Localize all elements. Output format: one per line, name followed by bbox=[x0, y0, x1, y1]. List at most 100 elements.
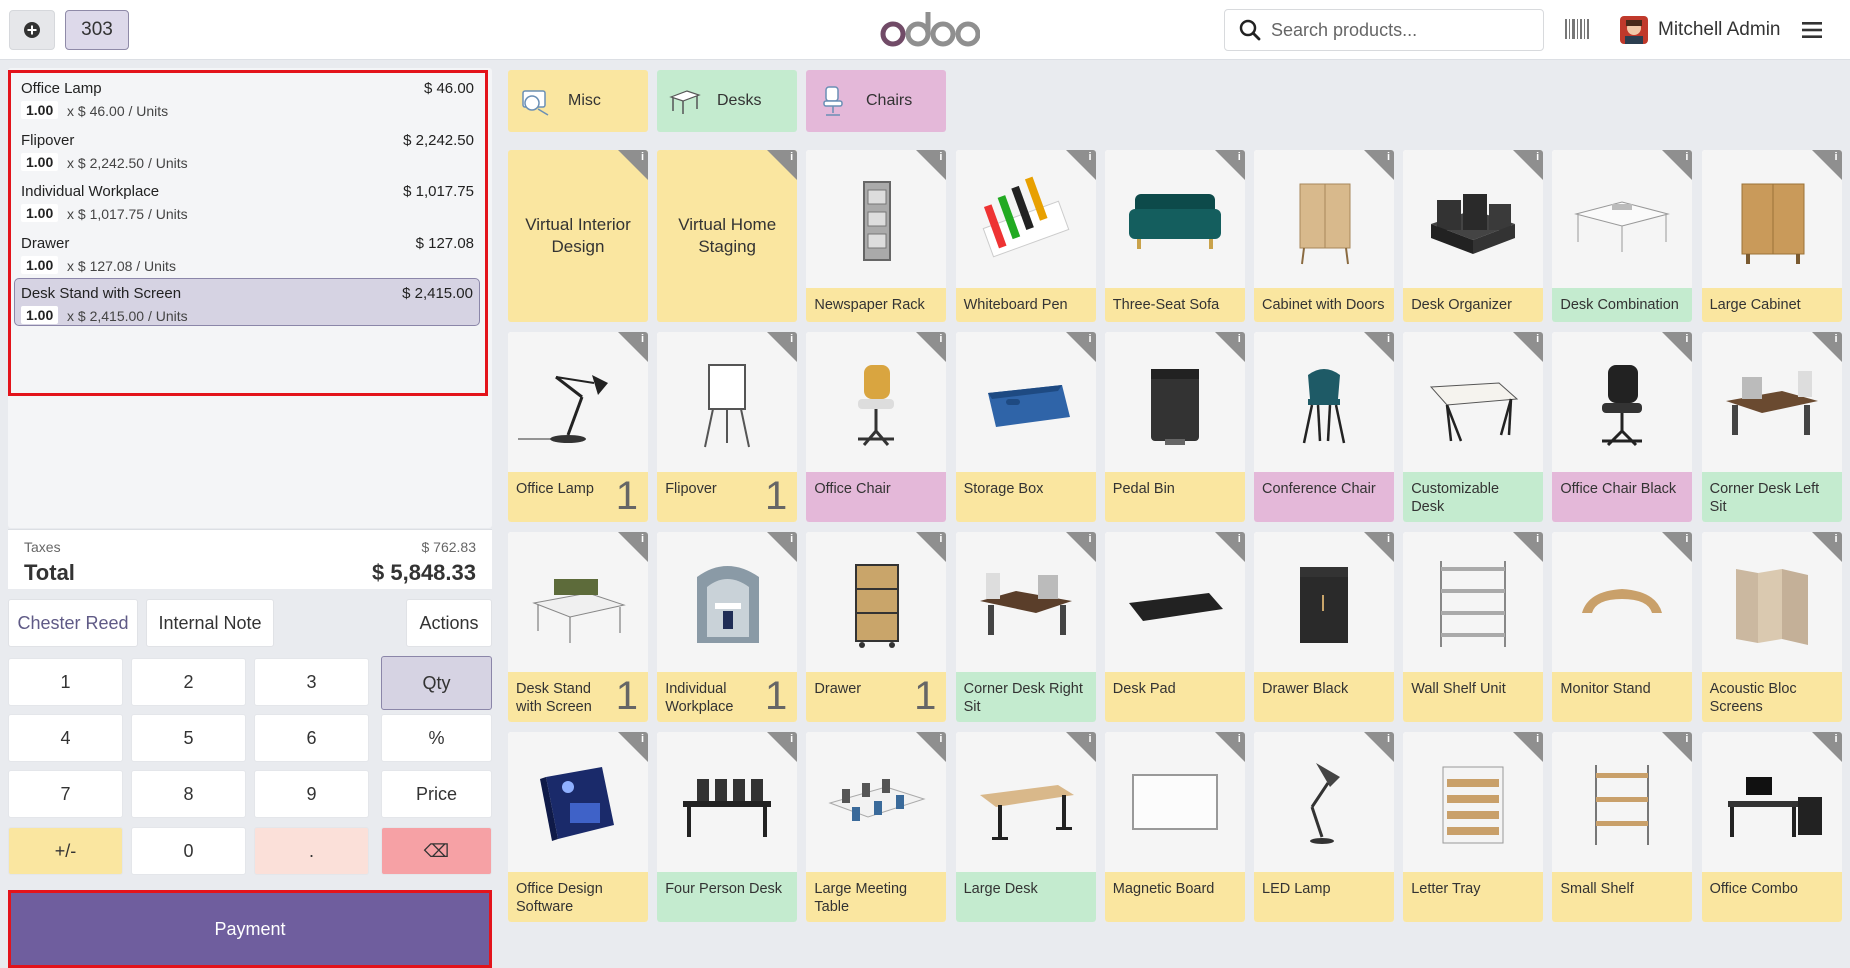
key-5[interactable]: 5 bbox=[131, 714, 246, 762]
info-icon[interactable]: i bbox=[1089, 333, 1092, 345]
info-icon[interactable]: i bbox=[790, 733, 793, 745]
product-card[interactable]: Wall Shelf Unit i bbox=[1403, 532, 1544, 722]
order-line-selected[interactable]: Desk Stand with Screen $ 2,415.00 1.00 x $ … bbox=[14, 278, 480, 326]
info-icon[interactable]: i bbox=[1835, 733, 1838, 745]
internal-note-button[interactable]: Internal Note bbox=[146, 599, 274, 647]
product-card[interactable]: Desk Combination i bbox=[1552, 150, 1693, 322]
hamburger-menu-icon[interactable] bbox=[1800, 18, 1824, 42]
product-card[interactable]: Individual Workplace 1 i bbox=[657, 532, 798, 722]
product-card[interactable]: Large Meeting Table i bbox=[806, 732, 947, 922]
key-1[interactable]: 1 bbox=[8, 658, 123, 706]
discount-mode-button[interactable]: % bbox=[381, 714, 492, 762]
product-card[interactable]: Storage Box i bbox=[955, 332, 1096, 522]
info-icon[interactable]: i bbox=[1387, 533, 1390, 545]
product-card[interactable]: Cabinet with Doors i bbox=[1254, 150, 1394, 322]
info-icon[interactable]: i bbox=[1387, 151, 1390, 163]
search-input[interactable] bbox=[1271, 19, 1531, 41]
plus-minus-button[interactable]: +/- bbox=[8, 827, 123, 875]
info-icon[interactable]: i bbox=[1835, 333, 1838, 345]
info-icon[interactable]: i bbox=[790, 151, 793, 163]
info-icon[interactable]: i bbox=[1238, 533, 1241, 545]
key-8[interactable]: 8 bbox=[131, 770, 246, 818]
info-icon[interactable]: i bbox=[1536, 151, 1539, 163]
product-card[interactable]: Office Chair Black i bbox=[1552, 332, 1693, 522]
decimal-button[interactable]: . bbox=[254, 827, 369, 875]
info-icon[interactable]: i bbox=[939, 733, 942, 745]
price-mode-button[interactable]: Price bbox=[381, 770, 492, 818]
info-icon[interactable]: i bbox=[641, 151, 644, 163]
new-order-button[interactable] bbox=[9, 10, 55, 50]
info-icon[interactable]: i bbox=[641, 733, 644, 745]
info-icon[interactable]: i bbox=[1685, 151, 1688, 163]
product-card[interactable]: Pedal Bin i bbox=[1104, 332, 1245, 522]
qty-mode-button[interactable]: Qty bbox=[381, 656, 492, 710]
key-2[interactable]: 2 bbox=[131, 658, 246, 706]
product-search[interactable] bbox=[1224, 9, 1544, 51]
product-card[interactable]: Monitor Stand i bbox=[1552, 532, 1693, 722]
key-4[interactable]: 4 bbox=[8, 714, 123, 762]
product-card[interactable]: Drawer 1 i bbox=[806, 532, 947, 722]
product-card[interactable]: Flipover 1 i bbox=[657, 332, 798, 522]
product-card[interactable]: Conference Chair i bbox=[1254, 332, 1394, 522]
product-card[interactable]: Office Chair i bbox=[806, 332, 947, 522]
info-icon[interactable]: i bbox=[1835, 533, 1838, 545]
order-line[interactable]: Individual Workplace $ 1,017.75 1.00 x $ 1,… bbox=[16, 177, 486, 227]
category-chairs[interactable]: Chairs bbox=[806, 70, 946, 132]
order-line[interactable]: Drawer $ 127.08 1.00 x $ 127.08 / Units bbox=[16, 229, 486, 279]
product-card[interactable]: Small Shelf i bbox=[1552, 732, 1693, 922]
product-card[interactable]: Virtual Home Staging i bbox=[657, 150, 798, 322]
product-card[interactable]: Virtual Interior Design i bbox=[508, 150, 648, 322]
category-misc[interactable]: Misc bbox=[508, 70, 648, 132]
info-icon[interactable]: i bbox=[1685, 733, 1688, 745]
user-menu[interactable]: Mitchell Admin bbox=[1620, 14, 1781, 46]
product-card[interactable]: Corner Desk Right Sit i bbox=[955, 532, 1096, 722]
backspace-icon[interactable]: ⌫ bbox=[381, 827, 492, 875]
product-card[interactable]: Desk Stand with Screen 1 i bbox=[508, 532, 648, 722]
info-icon[interactable]: i bbox=[790, 333, 793, 345]
product-card[interactable]: Whiteboard Pen i bbox=[955, 150, 1096, 322]
info-icon[interactable]: i bbox=[939, 333, 942, 345]
product-card[interactable]: Newspaper Rack i bbox=[806, 150, 947, 322]
order-line[interactable]: Office Lamp $ 46.00 1.00 x $ 46.00 / Units bbox=[16, 74, 486, 124]
product-card[interactable]: Desk Organizer i bbox=[1403, 150, 1544, 322]
product-card[interactable]: LED Lamp i bbox=[1254, 732, 1394, 922]
info-icon[interactable]: i bbox=[641, 533, 644, 545]
info-icon[interactable]: i bbox=[939, 151, 942, 163]
info-icon[interactable]: i bbox=[1536, 733, 1539, 745]
info-icon[interactable]: i bbox=[1536, 533, 1539, 545]
order-tab[interactable]: 303 bbox=[65, 10, 129, 50]
info-icon[interactable]: i bbox=[1089, 733, 1092, 745]
product-card[interactable]: Desk Pad i bbox=[1104, 532, 1245, 722]
product-card[interactable]: Office Design Software i bbox=[508, 732, 648, 922]
info-icon[interactable]: i bbox=[1387, 333, 1390, 345]
key-9[interactable]: 9 bbox=[254, 770, 369, 818]
info-icon[interactable]: i bbox=[1089, 151, 1092, 163]
product-card[interactable]: Letter Tray i bbox=[1403, 732, 1544, 922]
key-0[interactable]: 0 bbox=[131, 827, 246, 875]
actions-button[interactable]: Actions bbox=[406, 599, 492, 647]
category-desks[interactable]: Desks bbox=[657, 70, 797, 132]
key-7[interactable]: 7 bbox=[8, 770, 123, 818]
payment-button[interactable]: Payment bbox=[8, 890, 492, 968]
product-card[interactable]: Acoustic Bloc Screens i bbox=[1701, 532, 1842, 722]
order-line[interactable]: Flipover $ 2,242.50 1.00 x $ 2,242.50 / Uni… bbox=[16, 126, 486, 176]
product-card[interactable]: Office Lamp 1 i bbox=[508, 332, 648, 522]
barcode-icon[interactable] bbox=[1564, 16, 1590, 42]
info-icon[interactable]: i bbox=[1238, 733, 1241, 745]
info-icon[interactable]: i bbox=[641, 333, 644, 345]
info-icon[interactable]: i bbox=[1238, 333, 1241, 345]
info-icon[interactable]: i bbox=[1685, 533, 1688, 545]
key-3[interactable]: 3 bbox=[254, 658, 369, 706]
info-icon[interactable]: i bbox=[1089, 533, 1092, 545]
info-icon[interactable]: i bbox=[1835, 151, 1838, 163]
product-card[interactable]: Office Combo i bbox=[1701, 732, 1842, 922]
info-icon[interactable]: i bbox=[939, 533, 942, 545]
product-card[interactable]: Four Person Desk i bbox=[657, 732, 798, 922]
info-icon[interactable]: i bbox=[1387, 733, 1390, 745]
product-card[interactable]: Large Cabinet i bbox=[1701, 150, 1842, 322]
product-card[interactable]: Customizable Desk i bbox=[1403, 332, 1544, 522]
product-card[interactable]: Large Desk i bbox=[955, 732, 1096, 922]
product-card[interactable]: Drawer Black i bbox=[1254, 532, 1394, 722]
info-icon[interactable]: i bbox=[1238, 151, 1241, 163]
product-card[interactable]: Corner Desk Left Sit i bbox=[1701, 332, 1842, 522]
